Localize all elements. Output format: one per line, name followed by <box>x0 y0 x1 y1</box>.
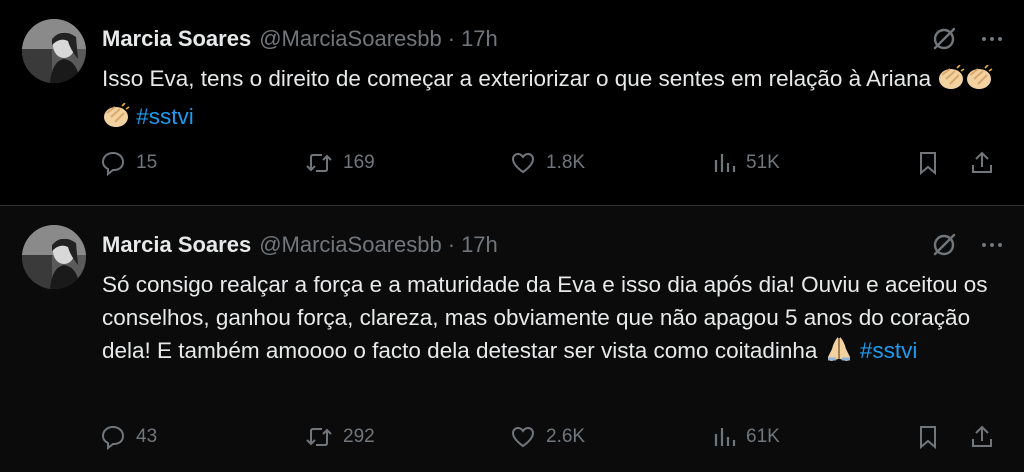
repost-count: 292 <box>343 426 375 447</box>
like-count: 1.8K <box>546 152 586 173</box>
reply-count: 15 <box>136 152 158 173</box>
like-button[interactable]: 2.6K <box>510 424 585 450</box>
author-name[interactable]: Marcia Soares <box>102 26 251 52</box>
author-handle[interactable]: @MarciaSoaresbb <box>259 26 442 52</box>
separator: · <box>447 232 456 257</box>
tweet-text-body: Isso Eva, tens o direito de começar a ex… <box>102 66 938 91</box>
timestamp[interactable]: 17h <box>461 232 498 258</box>
views-button[interactable]: 61K <box>712 424 780 450</box>
analytics-icon <box>712 424 736 450</box>
grok-icon[interactable] <box>930 25 958 58</box>
views-count: 51K <box>746 152 780 173</box>
views-count: 61K <box>746 426 780 447</box>
views-button[interactable]: 51K <box>712 150 780 176</box>
tweet-text-body: Só consigo realçar a força e a maturidad… <box>102 272 988 363</box>
bookmark-icon <box>916 150 940 176</box>
repost-count: 169 <box>343 152 375 173</box>
bookmark-button[interactable] <box>916 424 940 450</box>
grok-icon[interactable] <box>930 231 958 264</box>
share-icon <box>970 424 994 450</box>
bookmark-button[interactable] <box>916 150 940 176</box>
author-handle[interactable]: @MarciaSoaresbb <box>259 232 442 258</box>
like-button[interactable]: 1.8K <box>510 150 585 176</box>
author-name[interactable]: Marcia Soares <box>102 232 251 258</box>
reply-button[interactable]: 43 <box>100 424 157 450</box>
share-button[interactable] <box>970 150 994 176</box>
timestamp[interactable]: 17h <box>461 26 498 52</box>
hashtag-link[interactable]: #sstvi <box>136 104 194 129</box>
tweet-text: Só consigo realçar a força e a maturidad… <box>102 268 1002 372</box>
reply-icon <box>100 424 126 450</box>
tweet[interactable]: Marcia Soares @MarciaSoaresbb · 17h Isso… <box>0 0 1024 205</box>
tweet[interactable]: Marcia Soares @MarciaSoaresbb · 17h Só c… <box>0 205 1024 472</box>
like-count: 2.6K <box>546 426 586 447</box>
clapping-hands-emoji <box>102 102 130 138</box>
reply-button[interactable]: 15 <box>100 150 157 176</box>
more-icon[interactable] <box>980 27 1004 56</box>
reply-count: 43 <box>136 426 158 447</box>
repost-icon <box>305 424 333 450</box>
bookmark-icon <box>916 424 940 450</box>
heart-icon <box>510 150 536 176</box>
reply-icon <box>100 150 126 176</box>
more-icon[interactable] <box>980 233 1004 262</box>
repost-button[interactable]: 292 <box>305 424 375 450</box>
clapping-hands-emoji <box>965 64 993 100</box>
repost-button[interactable]: 169 <box>305 150 375 176</box>
share-icon <box>970 150 994 176</box>
avatar[interactable] <box>22 19 86 83</box>
tweet-text: Isso Eva, tens o direito de começar a ex… <box>102 62 1002 138</box>
repost-icon <box>305 150 333 176</box>
clapping-hands-emoji <box>937 64 965 100</box>
share-button[interactable] <box>970 424 994 450</box>
hashtag-link[interactable]: #sstvi <box>860 338 918 363</box>
separator: · <box>447 26 456 51</box>
folded-hands-emoji <box>824 335 854 372</box>
analytics-icon <box>712 150 736 176</box>
heart-icon <box>510 424 536 450</box>
avatar[interactable] <box>22 225 86 289</box>
